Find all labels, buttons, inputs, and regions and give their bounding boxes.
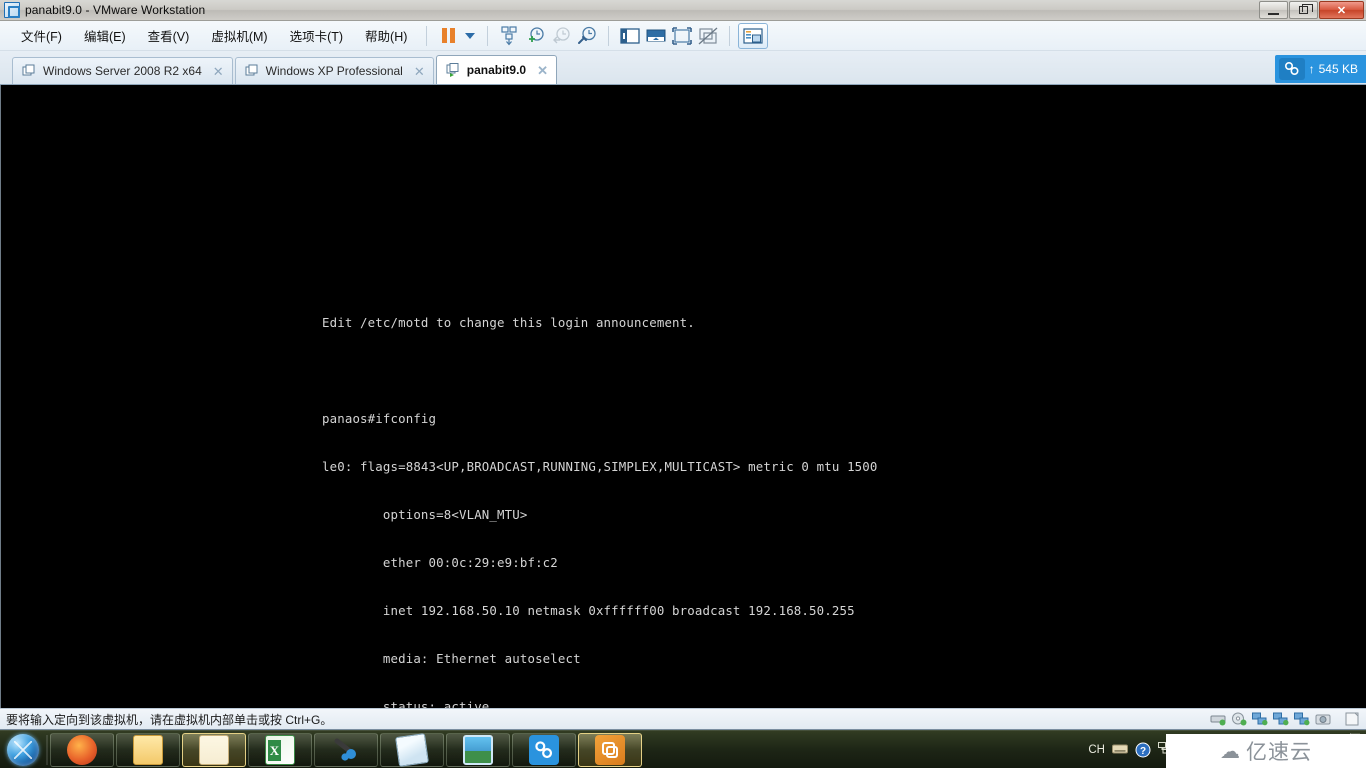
tab-close-icon[interactable]: ✕ [410,65,425,78]
tab-close-icon[interactable]: ✕ [533,64,548,77]
panabit-icon [529,734,559,765]
menu-view[interactable]: 查看(V) [137,22,201,49]
terminal-line: panaos#ifconfig [322,411,437,426]
vm-tab-running-icon [446,63,460,77]
terminal-line: media: Ethernet autoselect [322,651,581,666]
watermark: ☁ 亿速云 [1166,734,1366,768]
network-throughput-badge[interactable]: ↑ 545 KB [1274,55,1366,83]
tab-windows-server-2008[interactable]: Windows Server 2008 R2 x64 ✕ [12,57,233,84]
svg-text:?: ? [1140,746,1146,757]
input-capture-hint: 要将输入定向到该虚拟机，请在虚拟机内部单击或按 Ctrl+G。 [6,712,333,727]
show-thumbnails-icon[interactable] [643,23,669,49]
keyboard-icon[interactable] [1111,742,1128,758]
notepad-icon [395,732,429,767]
window-titlebar: panabit9.0 - VMware Workstation ✕ [0,0,1366,21]
taskbar-firefox[interactable] [50,732,114,767]
vmware-vm-icon [4,2,20,18]
tab-panabit9[interactable]: panabit9.0 ✕ [435,55,558,84]
tab-close-icon[interactable]: ✕ [209,65,224,78]
taskbar-notepad[interactable] [380,732,444,767]
vm-tab-bar: Windows Server 2008 R2 x64 ✕ Windows XP … [0,51,1366,85]
device-status-icons [1210,712,1360,726]
snapshot-manager-icon[interactable] [574,23,600,49]
vm-tab-icon [22,64,36,78]
console-view-icon[interactable] [738,22,769,49]
toolbar-divider [426,25,428,46]
network-rate: 545 KB [1318,62,1358,76]
grid-app-icon [199,734,229,765]
taskbar-panabit[interactable] [512,732,576,767]
taskbar-app-grid[interactable] [182,732,246,767]
taskbar-explorer[interactable] [116,732,180,767]
floppy-icon[interactable] [1344,712,1360,726]
menu-bar: 文件(F) 编辑(E) 查看(V) 虚拟机(M) 选项卡(T) 帮助(H) [0,21,1366,51]
terminal-line: Edit /etc/motd to change this login anno… [322,315,695,330]
menu-file[interactable]: 文件(F) [10,22,73,49]
terminal-line: options=8<VLAN_MTU> [322,507,528,522]
vmware-workstation-window: panabit9.0 - VMware Workstation ✕ 文件(F) … [0,0,1366,730]
toolbar-divider-3 [608,25,610,46]
tab-windows-xp[interactable]: Windows XP Professional ✕ [234,57,434,84]
help-icon[interactable]: ? [1135,742,1151,758]
terminal-line: inet 192.168.50.10 netmask 0xffffff00 br… [322,603,855,618]
taskbar-photo[interactable] [446,732,510,767]
snapshot-add-icon[interactable] [522,23,548,49]
terminal-line: le0: flags=8843<UP,BROADCAST,RUNNING,SIM… [322,459,878,474]
taskbar-excel[interactable]: X [248,732,312,767]
taskbar-tool[interactable] [314,732,378,767]
menu-edit[interactable]: 编辑(E) [73,22,137,49]
pause-icon[interactable] [435,23,461,49]
cloud-icon: ☁ [1220,740,1240,763]
network-adapter-3-icon[interactable] [1294,712,1310,726]
network-arrow: ↑ [1308,62,1315,76]
hard-disk-icon[interactable] [1210,712,1226,726]
excel-icon: X [265,734,295,765]
camera-icon[interactable] [1315,712,1331,726]
window-title: panabit9.0 - VMware Workstation [25,3,206,17]
start-orb-icon[interactable] [2,733,44,767]
taskbar-vmware[interactable] [578,732,642,767]
screen-root: panabit9.0 - VMware Workstation ✕ 文件(F) … [0,0,1366,768]
unity-mode-icon[interactable] [695,23,721,49]
watermark-text: 亿速云 [1246,741,1312,764]
firefox-icon [67,734,97,765]
tab-label: Windows XP Professional [265,64,403,78]
show-library-icon[interactable] [617,23,643,49]
taskbar-divider [46,734,48,765]
menu-vm[interactable]: 虚拟机(M) [200,22,278,49]
ime-indicator[interactable]: CH [1088,744,1105,756]
snapshot-revert-icon[interactable] [548,23,574,49]
panabit-logo-icon [1278,58,1305,80]
explorer-folder-icon [133,734,163,765]
tab-label: panabit9.0 [466,63,527,77]
vm-console-screen[interactable]: Edit /etc/motd to change this login anno… [0,85,1366,708]
minimize-button[interactable] [1259,1,1288,19]
terminal-line: status: active [322,699,490,708]
menu-help[interactable]: 帮助(H) [354,22,418,49]
vmware-status-bar: 要将输入定向到该虚拟机，请在虚拟机内部单击或按 Ctrl+G。 [0,708,1366,729]
terminal-line: ether 00:0c:29:e9:bf:c2 [322,555,558,570]
vm-tab-icon [245,64,259,78]
menu-tabs[interactable]: 选项卡(T) [279,22,354,49]
terminal-output: Edit /etc/motd to change this login anno… [322,283,931,708]
network-adapter-2-icon[interactable] [1273,712,1289,726]
fullscreen-icon[interactable] [669,23,695,49]
network-adapter-1-icon[interactable] [1252,712,1268,726]
toolbar-divider-2 [487,25,489,46]
restore-button[interactable] [1289,1,1318,19]
wrench-tool-icon [331,735,361,765]
photo-viewer-icon [463,734,493,765]
close-button[interactable]: ✕ [1319,1,1364,19]
tab-label: Windows Server 2008 R2 x64 [43,64,202,78]
windows-taskbar: X CH ? ☁ 亿速云 [0,730,1366,768]
cd-dvd-icon[interactable] [1231,712,1247,726]
snapshot-take-icon[interactable] [496,23,522,49]
toolbar-divider-4 [729,25,731,46]
vmware-icon [595,734,625,765]
window-controls: ✕ [1259,1,1364,19]
dropdown-caret-icon[interactable] [461,23,479,49]
